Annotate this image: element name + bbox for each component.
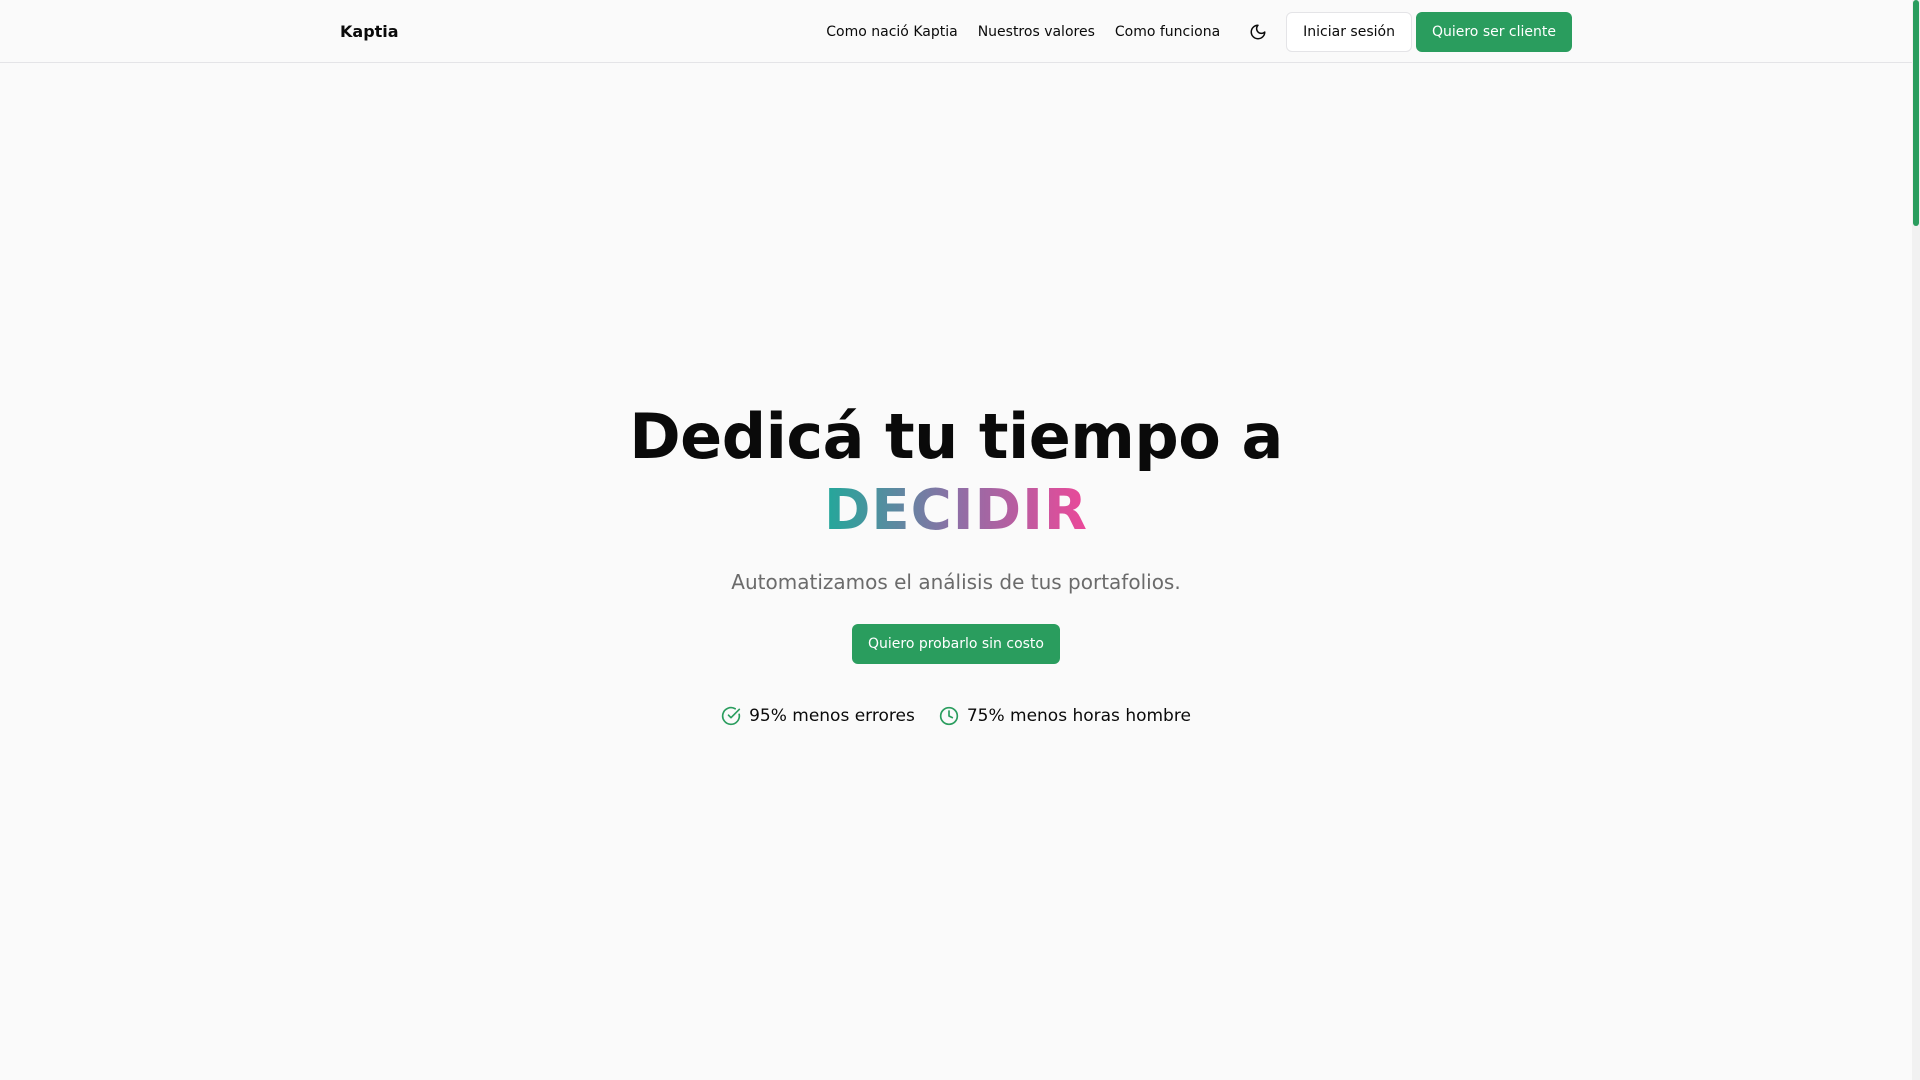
stat-hours: 75% menos horas hombre [939, 706, 1191, 726]
check-circle-icon [721, 706, 741, 726]
site-header: Kaptia Como nació Kaptia Nuestros valore… [0, 0, 1912, 63]
nav-link-como-funciona[interactable]: Como funciona [1115, 24, 1220, 40]
scrollbar-thumb[interactable] [1913, 0, 1919, 226]
login-button[interactable]: Iniciar sesión [1286, 11, 1412, 52]
nav-link-como-nacio[interactable]: Como nació Kaptia [826, 24, 957, 40]
hero-subtitle: Automatizamos el análisis de tus portafo… [731, 570, 1181, 594]
hero-highlight-row: DECIDIR [0, 474, 1912, 548]
hero-title: Dedicá tu tiempo a [629, 400, 1283, 473]
header-container: Kaptia Como nació Kaptia Nuestros valore… [340, 0, 1572, 63]
nav-link-valores[interactable]: Nuestros valores [978, 24, 1095, 40]
stat-errors-label: 95% menos errores [749, 706, 915, 726]
hero-cta-wrap: Quiero probarlo sin costo [0, 624, 1912, 664]
page-scrollbar[interactable] [1912, 0, 1920, 1080]
stats-row: 95% menos errores 75% menos horas hombre [0, 706, 1912, 726]
main-nav: Como nació Kaptia Nuestros valores Como … [826, 11, 1572, 52]
hero-highlight: DECIDIR [824, 474, 1088, 548]
try-free-button[interactable]: Quiero probarlo sin costo [851, 624, 1060, 664]
stat-hours-label: 75% menos horas hombre [966, 706, 1191, 726]
hero-section: Dedicá tu tiempo a DECIDIR Automatizamos… [0, 400, 1912, 726]
clock-icon [939, 706, 958, 726]
theme-toggle-button[interactable] [1242, 16, 1274, 48]
page: Kaptia Como nació Kaptia Nuestros valore… [0, 0, 1920, 1080]
signup-button[interactable]: Quiero ser cliente [1415, 11, 1572, 52]
brand-logo[interactable]: Kaptia [340, 22, 399, 41]
stat-errors: 95% menos errores [721, 706, 915, 726]
moon-icon [1250, 24, 1266, 39]
